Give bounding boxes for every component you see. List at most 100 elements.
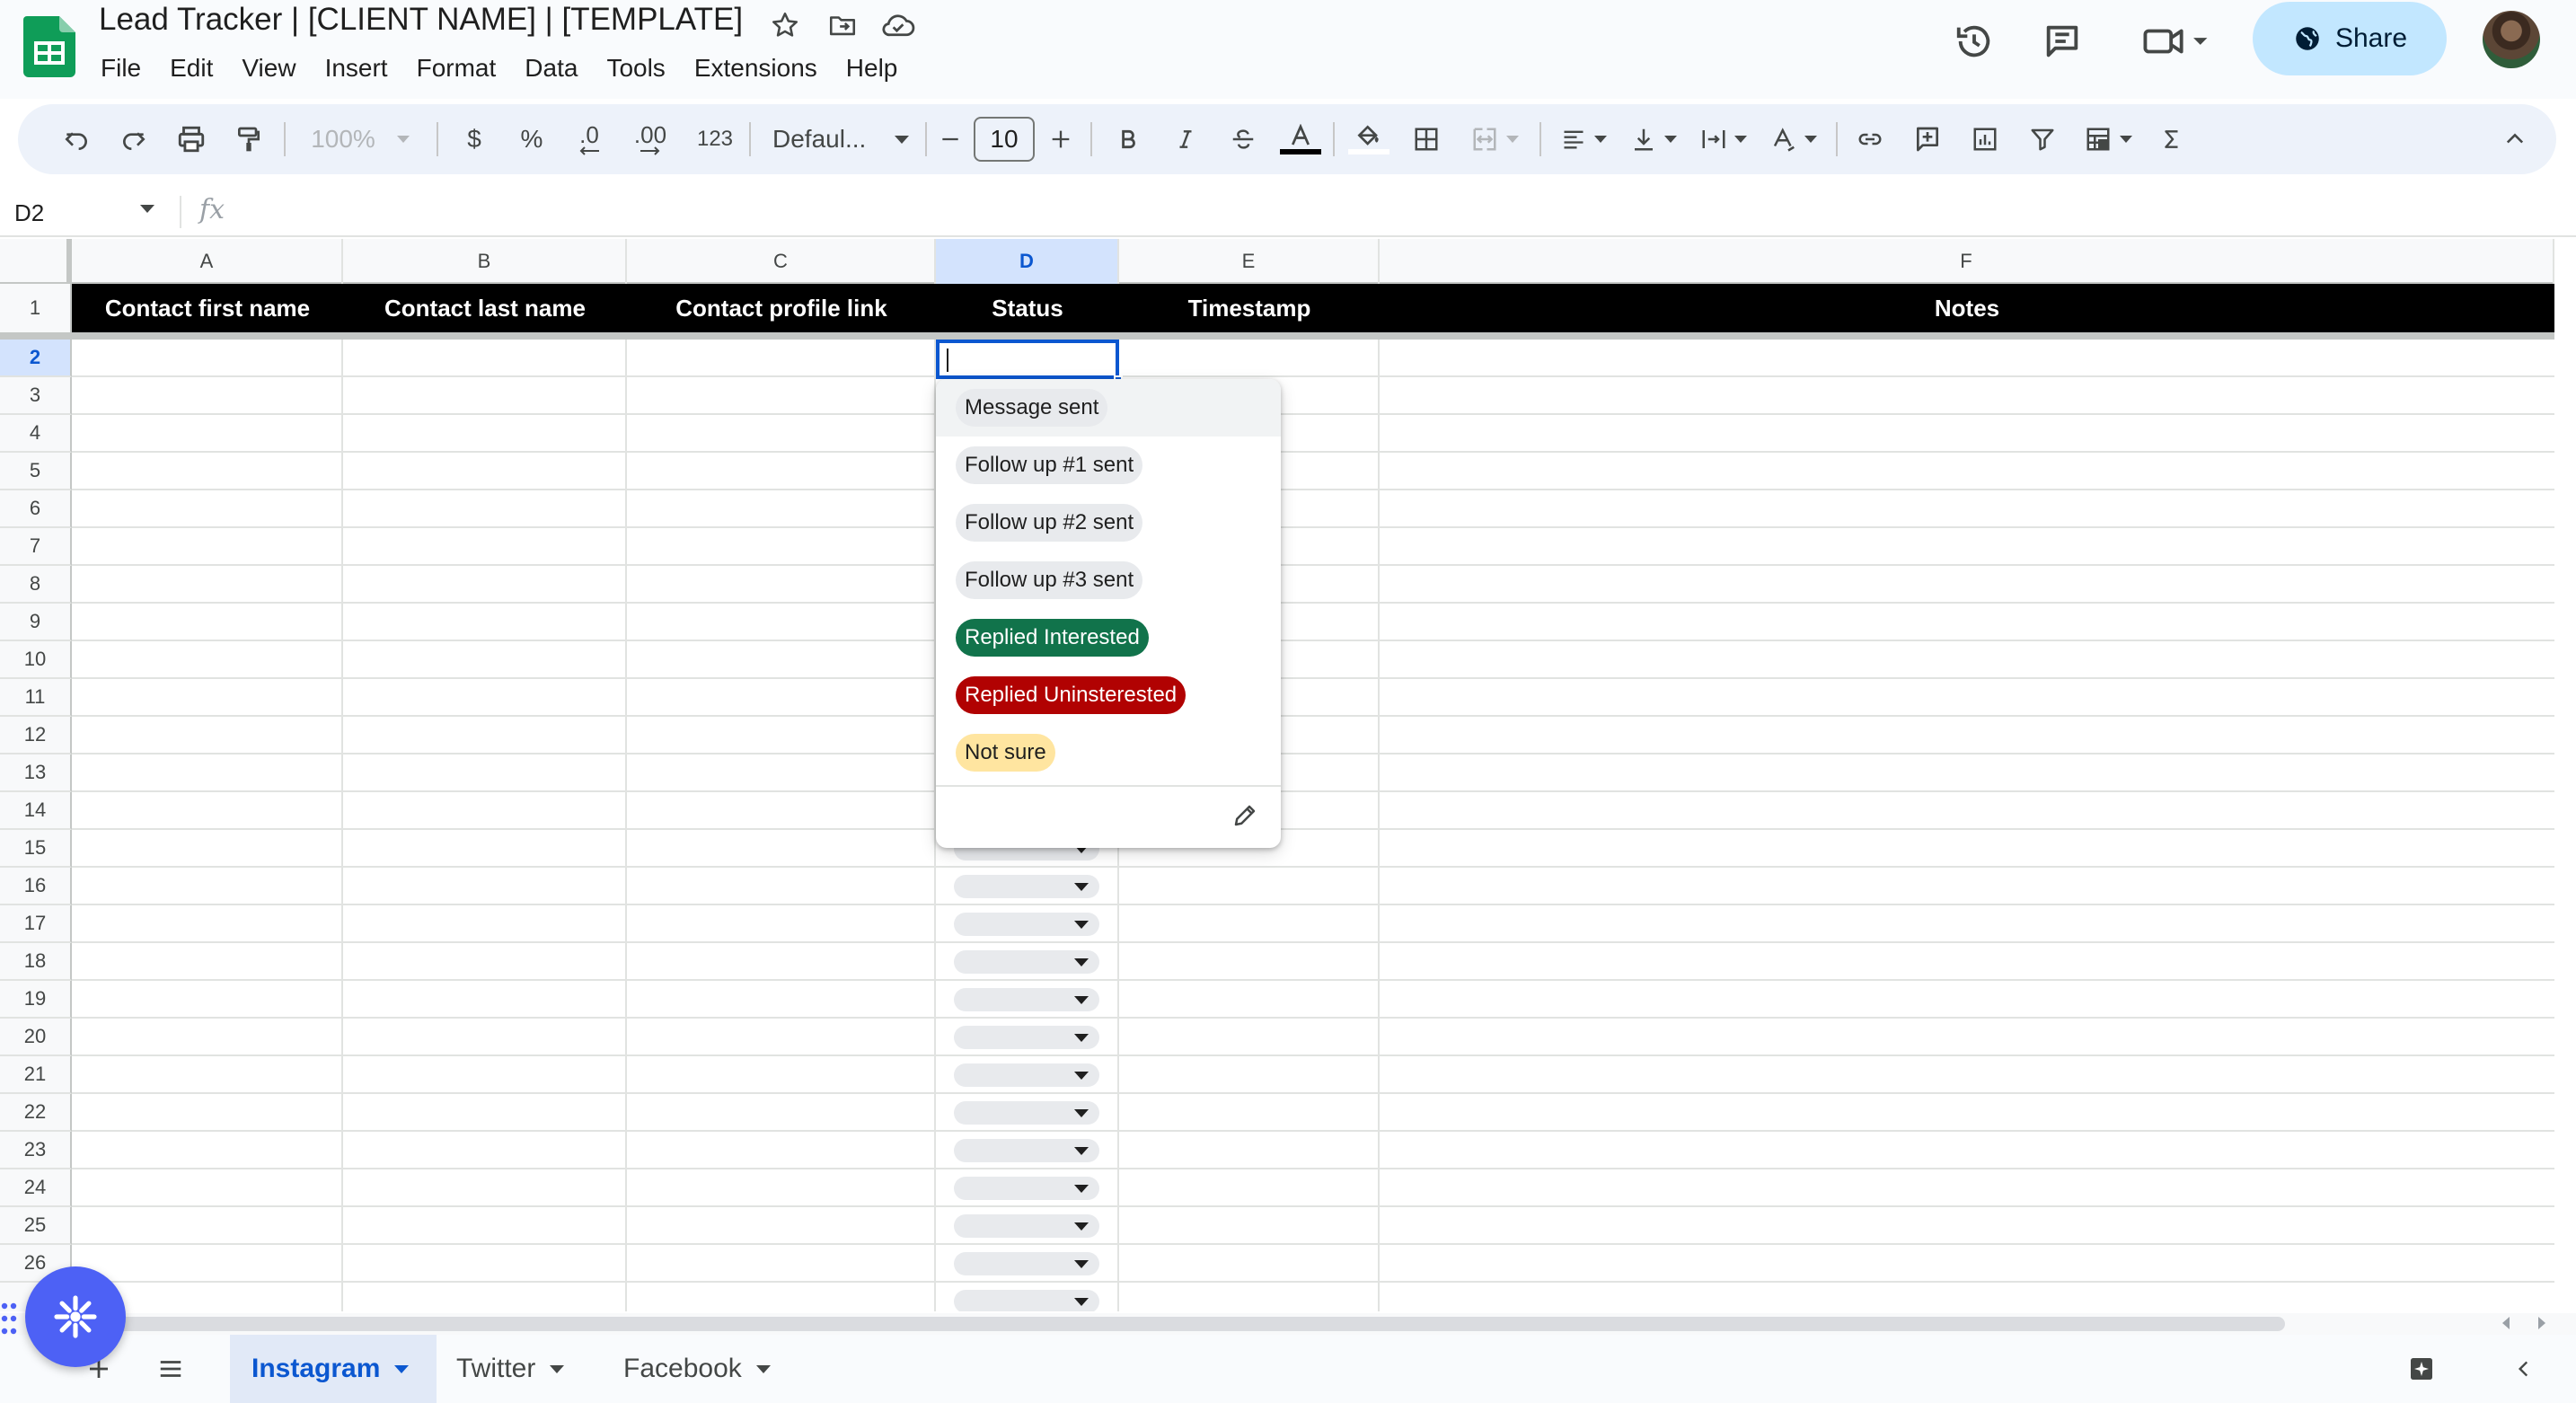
- drag-handle-icon[interactable]: [0, 1301, 18, 1337]
- vertical-align-icon[interactable]: [1620, 104, 1687, 174]
- menu-help[interactable]: Help: [846, 50, 913, 86]
- redo-icon[interactable]: [111, 104, 156, 174]
- table-view-icon[interactable]: [2075, 104, 2141, 174]
- scroll-left-arrow-icon[interactable]: [2502, 1317, 2510, 1329]
- star-icon[interactable]: [767, 7, 803, 43]
- merge-cells-icon[interactable]: [1459, 104, 1531, 174]
- name-box[interactable]: D2: [14, 199, 44, 227]
- header-cell-timestamp[interactable]: Timestamp: [1119, 284, 1380, 332]
- sheet-tab-facebook[interactable]: Facebook: [602, 1335, 799, 1403]
- status-option[interactable]: Message sent: [936, 379, 1281, 437]
- menu-extensions[interactable]: Extensions: [694, 50, 832, 86]
- row-header[interactable]: 21: [0, 1056, 72, 1094]
- row-header[interactable]: 16: [0, 868, 72, 905]
- zoom-select[interactable]: 100%: [293, 104, 428, 174]
- column-header-b[interactable]: B: [343, 239, 627, 284]
- assistant-sparkle-button[interactable]: [25, 1266, 126, 1367]
- decrease-decimal-button[interactable]: .0: [562, 104, 616, 174]
- column-header-a[interactable]: A: [72, 239, 343, 284]
- font-size-input[interactable]: 10: [974, 117, 1035, 162]
- row-header[interactable]: 12: [0, 717, 72, 754]
- status-option[interactable]: Follow up #2 sent: [936, 494, 1281, 551]
- row-header[interactable]: 7: [0, 528, 72, 566]
- row-header[interactable]: 19: [0, 981, 72, 1019]
- decrease-font-size-icon[interactable]: [931, 104, 970, 174]
- row-header[interactable]: 23: [0, 1132, 72, 1169]
- status-option[interactable]: Follow up #1 sent: [936, 437, 1281, 494]
- insert-link-icon[interactable]: [1845, 104, 1895, 174]
- column-header-e[interactable]: E: [1119, 239, 1380, 284]
- comments-icon[interactable]: [2037, 16, 2087, 66]
- bold-icon[interactable]: [1103, 104, 1153, 174]
- row-header[interactable]: 9: [0, 604, 72, 641]
- edit-pencil-icon[interactable]: [1225, 796, 1265, 835]
- status-dropdown-chip[interactable]: [954, 1026, 1099, 1049]
- row-header[interactable]: 3: [0, 377, 72, 415]
- status-option[interactable]: Not sure: [936, 724, 1281, 781]
- sheet-tab-twitter[interactable]: Twitter: [435, 1335, 596, 1403]
- status-dropdown-chip[interactable]: [954, 950, 1099, 974]
- row-header[interactable]: 13: [0, 754, 72, 792]
- insert-chart-icon[interactable]: [1960, 104, 2010, 174]
- header-cell-profile-link[interactable]: Contact profile link: [627, 284, 936, 332]
- row-header[interactable]: 5: [0, 453, 72, 490]
- cloud-saved-icon[interactable]: [880, 7, 916, 43]
- row-header[interactable]: 6: [0, 490, 72, 528]
- print-icon[interactable]: [169, 104, 214, 174]
- row-header[interactable]: 4: [0, 415, 72, 453]
- collapse-side-panel-icon[interactable]: [2499, 1344, 2549, 1394]
- status-dropdown-chip[interactable]: [954, 913, 1099, 936]
- row-header[interactable]: 17: [0, 905, 72, 943]
- version-history-icon[interactable]: [1949, 16, 1999, 66]
- chevron-down-icon[interactable]: [550, 1364, 565, 1373]
- row-header[interactable]: 14: [0, 792, 72, 830]
- row-header[interactable]: 11: [0, 679, 72, 717]
- fill-color-icon[interactable]: [1344, 104, 1394, 174]
- percent-format-button[interactable]: %: [507, 104, 557, 174]
- meet-video-icon[interactable]: [2134, 16, 2215, 66]
- scroll-right-arrow-icon[interactable]: [2538, 1317, 2545, 1329]
- select-all-corner[interactable]: [0, 239, 72, 284]
- column-header-f[interactable]: F: [1380, 239, 2554, 284]
- menu-file[interactable]: File: [101, 50, 155, 86]
- borders-icon[interactable]: [1401, 104, 1451, 174]
- row-header[interactable]: 10: [0, 641, 72, 679]
- increase-font-size-icon[interactable]: [1038, 104, 1083, 174]
- status-option[interactable]: Replied Interested: [936, 609, 1281, 666]
- insert-comment-icon[interactable]: [1902, 104, 1953, 174]
- more-formats-button[interactable]: 123: [686, 104, 744, 174]
- row-header[interactable]: 22: [0, 1094, 72, 1132]
- increase-decimal-button[interactable]: .00: [622, 104, 679, 174]
- text-color-icon[interactable]: [1275, 104, 1326, 174]
- horizontal-scrollbar[interactable]: [0, 1313, 2576, 1335]
- menu-insert[interactable]: Insert: [325, 50, 402, 86]
- collapse-menus-icon[interactable]: [2490, 104, 2540, 174]
- text-wrapping-icon[interactable]: [1690, 104, 1757, 174]
- strikethrough-icon[interactable]: [1218, 104, 1268, 174]
- header-cell-last-name[interactable]: Contact last name: [343, 284, 627, 332]
- share-button[interactable]: Share: [2253, 2, 2447, 75]
- status-dropdown-chip[interactable]: [954, 988, 1099, 1011]
- status-dropdown-chip[interactable]: [954, 1290, 1099, 1311]
- column-header-c[interactable]: C: [627, 239, 936, 284]
- status-option[interactable]: Follow up #3 sent: [936, 551, 1281, 609]
- move-folder-icon[interactable]: [825, 7, 860, 43]
- menu-view[interactable]: View: [242, 50, 310, 86]
- status-option[interactable]: Replied Uninsterested: [936, 666, 1281, 724]
- functions-sigma-icon[interactable]: [2147, 104, 2197, 174]
- sheets-logo-icon[interactable]: [23, 16, 75, 77]
- row-header[interactable]: 24: [0, 1169, 72, 1207]
- status-dropdown-chip[interactable]: [954, 1139, 1099, 1162]
- status-dropdown-chip[interactable]: [954, 1177, 1099, 1200]
- row-header[interactable]: 18: [0, 943, 72, 981]
- row-header[interactable]: 15: [0, 830, 72, 868]
- menu-format[interactable]: Format: [417, 50, 511, 86]
- header-cell-first-name[interactable]: Contact first name: [72, 284, 343, 332]
- account-avatar[interactable]: [2483, 11, 2540, 68]
- document-title[interactable]: Lead Tracker | [CLIENT NAME] | [TEMPLATE…: [99, 2, 743, 38]
- italic-icon[interactable]: [1160, 104, 1211, 174]
- row-header[interactable]: 2: [0, 340, 72, 377]
- row-header[interactable]: 20: [0, 1019, 72, 1056]
- active-cell-d2[interactable]: [936, 340, 1119, 379]
- currency-format-button[interactable]: $: [449, 104, 499, 174]
